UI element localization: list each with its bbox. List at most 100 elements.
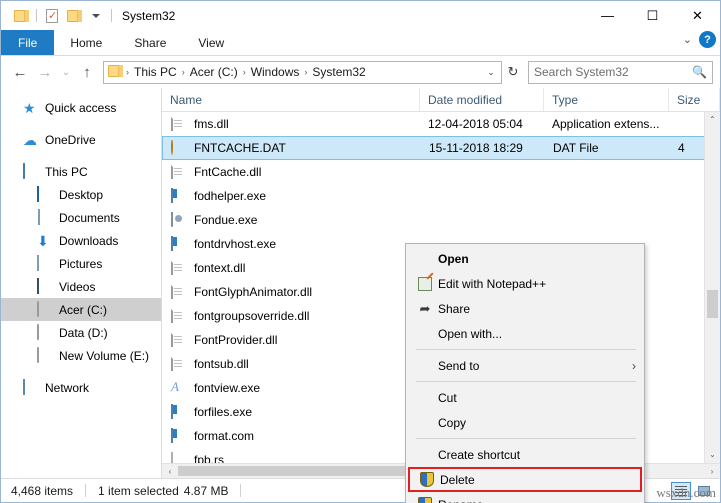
- breadcrumb-dropdown-icon[interactable]: ⌄: [483, 67, 499, 78]
- sidebar-item-videos[interactable]: Videos: [1, 275, 161, 298]
- sidebar-item-this-pc[interactable]: This PC: [1, 160, 161, 183]
- help-icon[interactable]: ?: [699, 31, 716, 48]
- sidebar-item-quick-access[interactable]: ★ Quick access: [1, 96, 161, 119]
- menu-item-rename[interactable]: Rename: [406, 492, 644, 503]
- file-name: fodhelper.exe: [194, 189, 266, 203]
- sidebar-item-acer-c[interactable]: Acer (C:): [1, 298, 161, 321]
- file-name: FntCache.dll: [194, 165, 261, 179]
- menu-item-open[interactable]: Open: [406, 246, 644, 271]
- sidebar-item-pictures[interactable]: Pictures: [1, 252, 161, 275]
- item-count-label: 4,468 items: [11, 484, 85, 498]
- tab-home[interactable]: Home: [54, 30, 118, 55]
- menu-item-label: Rename: [438, 498, 644, 503]
- breadcrumb-item-windows[interactable]: Windows: [247, 62, 304, 83]
- sidebar-item-label: Pictures: [59, 257, 102, 271]
- exe-file-icon: [171, 428, 187, 444]
- back-button[interactable]: ←: [8, 60, 32, 84]
- menu-item-delete[interactable]: Delete: [408, 467, 642, 492]
- sidebar-item-downloads[interactable]: ⬇ Downloads: [1, 229, 161, 252]
- table-row[interactable]: fodhelper.exe: [162, 184, 720, 208]
- file-name: Fondue.exe: [194, 213, 257, 227]
- exe-file-icon: [171, 188, 187, 204]
- menu-item-cut[interactable]: Cut: [406, 385, 644, 410]
- column-header-name[interactable]: Name ⌃: [162, 88, 420, 111]
- forward-button[interactable]: →: [33, 60, 57, 84]
- shield-icon: [414, 472, 440, 487]
- close-button[interactable]: ✕: [675, 1, 720, 30]
- file-name: format.com: [194, 429, 254, 443]
- table-row[interactable]: Fondue.exe: [162, 208, 720, 232]
- menu-item-create-shortcut[interactable]: Create shortcut: [406, 442, 644, 467]
- explorer-body: ★ Quick access ☁ OneDrive This PC Deskto…: [1, 88, 720, 478]
- sidebar-item-new-volume-e[interactable]: New Volume (E:): [1, 344, 161, 367]
- scroll-down-button[interactable]: ⌄: [705, 447, 720, 463]
- search-input[interactable]: [534, 65, 692, 79]
- sidebar-item-label: OneDrive: [45, 133, 96, 147]
- scroll-left-button[interactable]: ‹: [162, 464, 178, 478]
- dat-file-icon: [171, 140, 187, 156]
- menu-item-send-to[interactable]: Send to ›: [406, 353, 644, 378]
- folder-icon[interactable]: [10, 6, 32, 26]
- menu-item-share[interactable]: ➦ Share: [406, 296, 644, 321]
- sidebar-item-label: New Volume (E:): [59, 349, 149, 363]
- sidebar-item-data-d[interactable]: Data (D:): [1, 321, 161, 344]
- sidebar-item-onedrive[interactable]: ☁ OneDrive: [1, 128, 161, 151]
- scroll-up-button[interactable]: ⌃: [705, 112, 720, 128]
- column-header-size[interactable]: Size: [669, 88, 720, 111]
- maximize-button[interactable]: ☐: [630, 1, 675, 30]
- up-button[interactable]: ↑: [75, 60, 99, 84]
- refresh-button[interactable]: ↻: [503, 64, 523, 80]
- menu-item-open-with[interactable]: Open with...: [406, 321, 644, 346]
- exe-alt-file-icon: [171, 212, 187, 228]
- file-name: fms.dll: [194, 117, 229, 131]
- sidebar-item-label: Data (D:): [59, 326, 108, 340]
- navigation-pane: ★ Quick access ☁ OneDrive This PC Deskto…: [1, 88, 161, 478]
- properties-icon[interactable]: [41, 6, 63, 26]
- breadcrumb-item-this-pc[interactable]: This PC: [130, 62, 181, 83]
- selection-label: 1 item selected: [98, 484, 184, 498]
- computer-icon: [23, 164, 39, 180]
- file-name: FontProvider.dll: [194, 333, 277, 347]
- title-bar: System32 — ☐ ✕: [1, 1, 720, 30]
- search-box[interactable]: 🔍: [528, 61, 713, 84]
- recent-locations-button[interactable]: ⌄: [58, 60, 74, 84]
- dll-file-icon: [171, 332, 187, 348]
- dll-file-icon: [171, 116, 187, 132]
- minimize-button[interactable]: —: [585, 1, 630, 30]
- menu-item-copy[interactable]: Copy: [406, 410, 644, 435]
- tab-file[interactable]: File: [1, 30, 54, 55]
- column-header-date-modified[interactable]: Date modified: [420, 88, 544, 111]
- chevron-down-icon[interactable]: ⌄: [683, 33, 692, 46]
- vertical-scrollbar[interactable]: ⌃ ⌄: [704, 112, 720, 463]
- exe-file-icon: [171, 404, 187, 420]
- tab-share[interactable]: Share: [118, 30, 182, 55]
- ribbon-tab-bar: File Home Share View ⌄ ?: [1, 30, 720, 56]
- sidebar-item-desktop[interactable]: Desktop: [1, 183, 161, 206]
- customize-dropdown-icon[interactable]: [85, 6, 107, 26]
- file-type: DAT File: [545, 141, 670, 155]
- scroll-right-button[interactable]: ›: [704, 464, 720, 478]
- chevron-right-icon: ›: [632, 359, 644, 373]
- column-header-row: Name ⌃ Date modified Type Size: [162, 88, 720, 112]
- vertical-scrollbar-thumb[interactable]: [707, 290, 718, 318]
- breadcrumb-item-system32[interactable]: System32: [308, 62, 369, 83]
- column-header-type[interactable]: Type: [544, 88, 669, 111]
- sidebar-item-network[interactable]: Network: [1, 376, 161, 399]
- tab-view[interactable]: View: [182, 30, 240, 55]
- drive-icon: [37, 325, 53, 341]
- table-row[interactable]: fms.dll 12-04-2018 05:04 Application ext…: [162, 112, 720, 136]
- horizontal-scrollbar-thumb[interactable]: [178, 466, 438, 476]
- sidebar-item-documents[interactable]: Documents: [1, 206, 161, 229]
- file-explorer-window: System32 — ☐ ✕ File Home Share View ⌄ ? …: [0, 0, 721, 503]
- table-row[interactable]: FntCache.dll: [162, 160, 720, 184]
- file-date: 12-04-2018 05:04: [420, 117, 544, 131]
- drive-icon: [37, 302, 53, 318]
- breadcrumb-item-acer-c[interactable]: Acer (C:): [186, 62, 242, 83]
- table-row-selected[interactable]: FNTCACHE.DAT 15-11-2018 18:29 DAT File 4: [162, 136, 720, 160]
- context-menu: Open Edit with Notepad++ ➦ Share Open wi…: [405, 243, 645, 503]
- search-icon[interactable]: 🔍: [692, 65, 707, 79]
- breadcrumb[interactable]: › This PC › Acer (C:) › Windows › System…: [103, 61, 502, 84]
- new-folder-icon[interactable]: [63, 6, 85, 26]
- menu-item-edit-with-notepad-plus-plus[interactable]: Edit with Notepad++: [406, 271, 644, 296]
- file-name: forfiles.exe: [194, 405, 252, 419]
